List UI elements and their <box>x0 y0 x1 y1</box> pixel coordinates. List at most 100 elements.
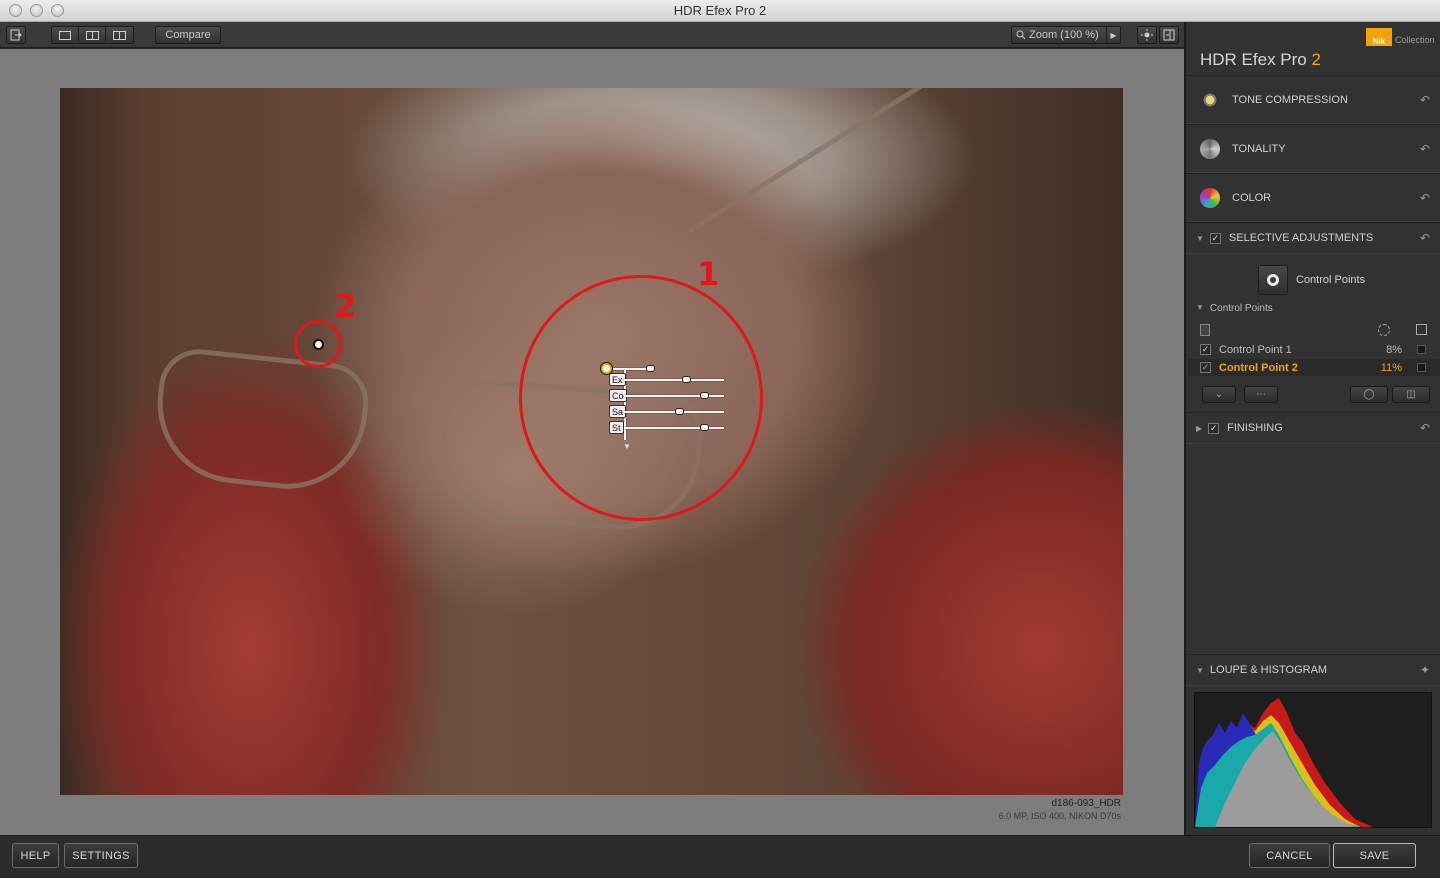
slider-track-ex[interactable] <box>624 379 724 381</box>
adjustments-panel: Nik Collection HDR Efex Pro 2 TONE COMPR… <box>1184 22 1440 835</box>
single-view-icon <box>59 30 71 40</box>
chevron-right-icon: ▶ <box>1106 27 1120 43</box>
zoom-label: Zoom (100 %) <box>1029 29 1099 41</box>
settings-button[interactable]: SETTINGS <box>64 843 138 868</box>
chevron-down-icon: ▼ <box>1196 233 1204 243</box>
control-points-header-label: Control Points <box>1209 303 1273 314</box>
control-point-value: 8% <box>1386 343 1402 356</box>
section-label-tonality: TONALITY <box>1232 142 1286 155</box>
footer-bar: HELP SETTINGS CANCEL SAVE <box>0 835 1440 878</box>
split-view-button[interactable] <box>79 27 106 43</box>
nik-logo: Nik <box>1366 28 1392 46</box>
slider-knob-ex[interactable] <box>682 376 691 383</box>
section-loupe-histogram[interactable]: ▼ LOUPE & HISTOGRAM ✦ <box>1186 654 1440 686</box>
group-points-button[interactable]: ⌄ <box>1202 386 1236 403</box>
help-button[interactable]: HELP <box>12 843 59 868</box>
finishing-checkbox[interactable]: ✓ <box>1208 422 1220 434</box>
control-point-mask-toggle[interactable] <box>1417 363 1426 372</box>
histogram-graph <box>1195 698 1373 827</box>
save-button[interactable]: SAVE <box>1333 843 1416 868</box>
control-point-name: Control Point 1 <box>1219 343 1292 356</box>
slider-track-sa[interactable] <box>624 411 724 413</box>
reset-icon[interactable]: ↶ <box>1420 93 1430 107</box>
duplicate-point-button[interactable]: ◯ <box>1350 386 1388 403</box>
toggle-panel-icon[interactable] <box>1159 26 1179 44</box>
trash-icon[interactable]: ◫ <box>1392 386 1430 403</box>
reset-icon[interactable]: ↶ <box>1420 231 1430 245</box>
compare-button[interactable]: Compare <box>155 26 221 44</box>
section-label-selective-adjustments: SELECTIVE ADJUSTMENTS <box>1228 232 1374 244</box>
slider-label-st: St <box>609 421 624 434</box>
slider-track-st[interactable] <box>624 427 724 429</box>
chevron-down-icon: ▼ <box>1196 665 1204 675</box>
glasses-left-lens <box>149 345 373 497</box>
section-tonality[interactable]: TONALITY ↶ <box>1186 124 1440 173</box>
size-slider-knob[interactable] <box>646 365 655 372</box>
control-point-row[interactable]: ✓ Control Point 1 8% <box>1188 341 1440 358</box>
selective-adjustments-checkbox[interactable]: ✓ <box>1209 232 1221 244</box>
section-label-color: COLOR <box>1232 191 1272 204</box>
slider-knob-st[interactable] <box>700 424 709 431</box>
control-point-checkbox[interactable]: ✓ <box>1200 362 1211 373</box>
cancel-button[interactable]: CANCEL <box>1249 843 1330 868</box>
add-control-point-button[interactable]: Control Points <box>1258 265 1398 295</box>
chevron-right-icon: ▶ <box>1196 423 1203 433</box>
panel-title-version: 2 <box>1311 50 1321 69</box>
control-point-row[interactable]: ✓ Control Point 2 11% <box>1188 359 1440 376</box>
color-wheel-icon <box>1200 187 1220 208</box>
image-filename: d186-093_HDR <box>1051 798 1122 809</box>
window-title: HDR Efex Pro 2 <box>673 3 767 18</box>
view-mode-group <box>51 26 134 44</box>
zoom-dropdown[interactable]: Zoom (100 %) ▶ <box>1011 26 1121 44</box>
group-icon[interactable] <box>1200 324 1210 336</box>
histogram <box>1194 692 1432 828</box>
annotation-ring-1 <box>519 275 763 521</box>
section-color[interactable]: COLOR ↶ <box>1186 173 1440 222</box>
control-points-list-header[interactable]: ▼ Control Points <box>1196 303 1273 314</box>
reset-icon[interactable]: ↶ <box>1420 142 1430 156</box>
sun-icon <box>1200 89 1220 110</box>
control-point-icon <box>1258 265 1288 295</box>
pin-icon[interactable]: ✦ <box>1420 663 1430 677</box>
expand-sliders-icon[interactable]: ▼ <box>623 442 631 451</box>
slider-knob-sa[interactable] <box>675 408 684 415</box>
exit-icon[interactable] <box>6 26 26 44</box>
annotation-label-1: 1 <box>697 255 720 293</box>
control-point-value: 11% <box>1380 361 1402 374</box>
section-selective-adjustments[interactable]: ▼ ✓ SELECTIVE ADJUSTMENTS ↶ <box>1186 222 1440 254</box>
collection-label: Collection <box>1395 35 1435 45</box>
reset-icon[interactable]: ↶ <box>1420 421 1430 435</box>
annotation-label-2: 2 <box>334 287 357 325</box>
control-point-name: Control Point 2 <box>1219 361 1298 374</box>
control-points-button-label: Control Points <box>1296 274 1366 286</box>
single-view-button[interactable] <box>52 27 79 43</box>
side-by-side-icon <box>113 30 126 40</box>
section-label-finishing: FINISHING <box>1227 422 1283 434</box>
reset-icon[interactable]: ↶ <box>1420 191 1430 205</box>
control-point-2-marker[interactable] <box>313 339 324 350</box>
section-label-tone-compression: TONE COMPRESSION <box>1232 93 1348 106</box>
slider-track-co[interactable] <box>624 395 724 397</box>
preview-canvas[interactable]: 1 2 Ex Co Sa St ▼ d186-093_HDR 6.0 MP, ISO … <box>0 49 1184 835</box>
show-selection-icon[interactable] <box>1378 324 1390 336</box>
control-point-mask-toggle[interactable] <box>1417 345 1426 354</box>
background-brightness-icon[interactable] <box>1137 26 1157 44</box>
section-tone-compression[interactable]: TONE COMPRESSION ↶ <box>1186 75 1440 124</box>
tonality-icon <box>1200 138 1220 159</box>
hdr-efex-window: HDR Efex Pro 2 Compare Zoom (100 %) ▶ 1 … <box>0 0 1440 878</box>
side-by-side-view-button[interactable] <box>106 27 133 43</box>
control-point-checkbox[interactable]: ✓ <box>1200 344 1211 355</box>
title-bar: HDR Efex Pro 2 <box>0 0 1440 22</box>
top-toolbar: Compare Zoom (100 %) ▶ <box>0 22 1184 48</box>
mask-icon[interactable] <box>1416 324 1427 335</box>
glasses-temple <box>688 88 946 233</box>
panel-title: HDR Efex Pro 2 <box>1200 50 1321 70</box>
split-view-icon <box>85 30 99 40</box>
slider-knob-co[interactable] <box>700 392 709 399</box>
section-label-loupe-histogram: LOUPE & HISTOGRAM <box>1209 664 1328 676</box>
image-info: 6.0 MP, ISO 400, NIKON D70s <box>998 811 1121 821</box>
nik-collection-logo: Nik Collection <box>1366 28 1435 46</box>
ungroup-points-button[interactable]: ⋯ <box>1244 386 1278 403</box>
magnifier-icon <box>1016 30 1026 40</box>
section-finishing[interactable]: ▶ ✓ FINISHING ↶ <box>1186 412 1440 444</box>
